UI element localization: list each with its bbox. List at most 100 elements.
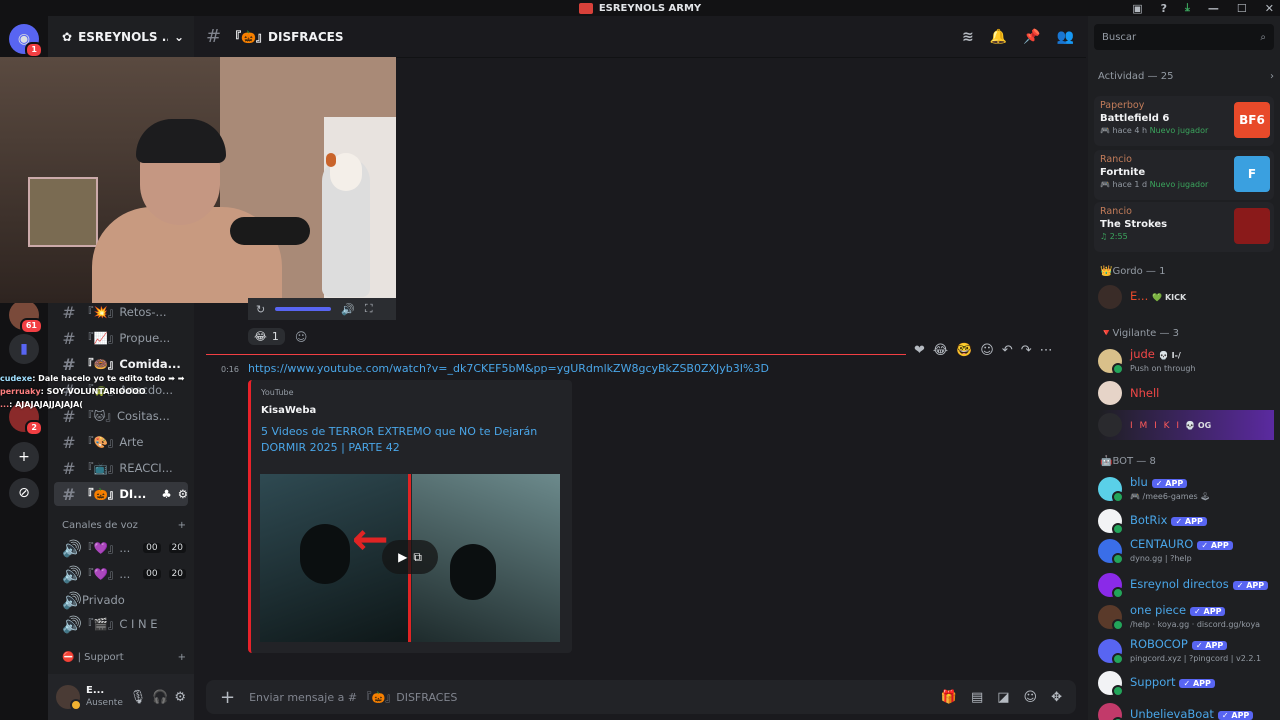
channel-item[interactable]: # 『📈』Propue... <box>54 326 188 350</box>
activity-card[interactable]: Paperboy Battlefield 6 🎮 hace 4 h Nuevo … <box>1094 96 1274 146</box>
gif-icon[interactable]: ▤ <box>971 690 983 705</box>
attach-icon[interactable]: + <box>220 687 235 708</box>
member-name: ROBOCOP <box>1130 636 1188 651</box>
member-item[interactable]: ROBOCOP ✓ APP pingcord.xyz | ?pingcord | v… <box>1098 636 1274 666</box>
member-item[interactable]: CENTAURO ✓ APP dyno.gg | ?help <box>1098 536 1274 566</box>
add-reaction-icon[interactable]: ☺ <box>980 343 994 358</box>
message-input[interactable] <box>249 690 927 704</box>
voice-channel[interactable]: 🔊 『🎬』C I N E <box>54 612 188 636</box>
settings-icon[interactable]: ⚙ <box>174 690 186 705</box>
explore-servers-button[interactable]: ⊘ <box>9 478 39 508</box>
guild-header[interactable]: ✿ ESREYNOLS ... ⌄ <box>48 16 194 58</box>
voice-channel[interactable]: 🔊 Privado <box>54 588 188 612</box>
youtube-link[interactable]: https://www.youtube.com/watch?v=_dk7CKEF… <box>248 362 769 375</box>
inbox-icon[interactable]: ▣ <box>1132 2 1142 15</box>
channel-item[interactable]: # 『🎨』Arte <box>54 430 188 454</box>
shield-icon: 🔻 <box>1100 328 1113 339</box>
reply-icon[interactable]: ↶ <box>1002 343 1013 358</box>
member-item[interactable]: Support ✓ APP <box>1098 668 1274 698</box>
app-tag: ✓ APP <box>1217 711 1254 720</box>
add-channel-icon[interactable]: + <box>178 652 186 663</box>
overlay-chat-user: ... <box>0 400 10 409</box>
minimize-icon[interactable]: — <box>1208 2 1219 15</box>
channel-item[interactable]: # 『📺』REACCI... <box>54 456 188 480</box>
user-info[interactable]: E... Ausente <box>86 685 124 709</box>
help-icon[interactable]: ? <box>1161 2 1167 15</box>
nerd-reaction-icon[interactable]: 🤓 <box>956 343 972 358</box>
headphones-icon[interactable]: 🎧 <box>152 690 168 705</box>
gift-icon[interactable]: 🎁 <box>941 690 957 705</box>
member-tag: 💀 I-/ <box>1158 350 1181 360</box>
emoji-icon[interactable]: ☺ <box>1024 690 1038 705</box>
replay-icon[interactable]: ↻ <box>256 303 265 316</box>
reaction-pill[interactable]: 😂 1 <box>248 328 285 345</box>
app-tag: ✓ APP <box>1151 478 1188 488</box>
add-member-icon[interactable]: ♣ <box>161 487 171 501</box>
embed-author[interactable]: KisaWeba <box>261 405 562 416</box>
member-name: UnbelievaBoat <box>1130 707 1214 720</box>
forward-icon[interactable]: ↷ <box>1021 343 1032 358</box>
external-link-icon: ⧉ <box>413 549 422 564</box>
apps-icon[interactable]: ✥ <box>1051 690 1062 705</box>
microphone-icon[interactable]: 🎙 <box>130 690 147 705</box>
activity-badge: Nuevo jugador <box>1149 180 1209 189</box>
close-icon[interactable]: ✕ <box>1265 2 1274 15</box>
fullscreen-icon[interactable]: ⛶ <box>365 302 373 316</box>
add-channel-icon[interactable]: + <box>178 520 186 531</box>
server-icon[interactable]: 61 <box>9 300 43 334</box>
speaker-icon: 🔊 <box>62 564 82 584</box>
gear-icon[interactable]: ⚙ <box>178 487 188 501</box>
support-category[interactable]: ⛔ | Support + <box>62 652 186 663</box>
add-reaction-icon[interactable]: ☺ <box>295 330 308 344</box>
video-thumbnail[interactable]: ← ▶ ⧉ <box>260 474 560 642</box>
embed-provider[interactable]: YouTube <box>261 388 562 397</box>
channel-item[interactable]: # 『💥』Retos-... <box>54 300 188 324</box>
search-input[interactable] <box>1102 31 1261 43</box>
voice-limit: 20 <box>168 569 186 579</box>
channel-name: 『🍩』Comida... <box>82 357 181 371</box>
app-tag: ✓ APP <box>1191 640 1228 650</box>
reaction-count: 1 <box>271 330 279 343</box>
member-item[interactable]: E... 💚 KICK <box>1098 282 1274 312</box>
member-name-row: CENTAURO ✓ APP <box>1130 537 1233 552</box>
voice-channel[interactable]: 🔊 『💜』... 00 20 <box>54 536 188 560</box>
channel-title: 『🎃』DISFRACES <box>229 30 344 44</box>
add-server-button[interactable]: + <box>9 442 39 472</box>
member-item[interactable]: jude 💀 I-/Push on through <box>1098 346 1274 376</box>
member-item[interactable]: I M I K I 💀 OG <box>1098 410 1274 440</box>
download-icon[interactable]: ⤓ <box>1185 1 1190 15</box>
embed-title[interactable]: 5 Videos de TERROR EXTREMO que NO te Dej… <box>261 424 551 456</box>
voice-channel[interactable]: 🔊 『💜』... 00 20 <box>54 562 188 586</box>
members-icon[interactable]: 👥 <box>1057 29 1074 45</box>
chevron-right-icon[interactable]: › <box>1270 71 1274 82</box>
member-item[interactable]: one piece ✓ APP/help · koya.gg · discord.… <box>1098 602 1274 632</box>
folder-icon[interactable]: ▮ <box>9 334 39 364</box>
channel-item-active[interactable]: # 『🎃』DI... ♣ ⚙ <box>54 482 188 506</box>
maximize-icon[interactable]: ☐ <box>1237 2 1247 15</box>
member-name-row: blu ✓ APP <box>1130 475 1210 490</box>
member-item[interactable]: Nhell <box>1098 378 1274 408</box>
pin-icon[interactable]: 📌 <box>1023 29 1040 45</box>
member-item[interactable]: UnbelievaBoat ✓ APP <box>1098 700 1274 720</box>
app-tag: ✓ APP <box>1171 517 1207 526</box>
avatar[interactable] <box>56 685 82 711</box>
threads-icon[interactable]: ≋ <box>962 29 974 45</box>
activity-header[interactable]: Actividad — 25 › <box>1098 71 1274 82</box>
sticker-icon[interactable]: ◪ <box>997 690 1009 705</box>
member-item[interactable]: Esreynol directos ✓ APP <box>1098 570 1274 600</box>
volume-icon[interactable]: 🔊 <box>341 303 355 316</box>
overlay-chat-user: cudexe <box>0 374 33 383</box>
activity-card[interactable]: Rancio Fortnite 🎮 hace 1 d Nuevo jugador… <box>1094 150 1274 200</box>
member-item[interactable]: BotRix ✓ APP <box>1098 506 1274 536</box>
laugh-reaction-icon[interactable]: 😂 <box>933 343 948 358</box>
bell-icon[interactable]: 🔔 <box>990 29 1007 45</box>
volume-slider[interactable] <box>275 307 332 311</box>
heart-reaction-icon[interactable]: ❤ <box>914 343 925 358</box>
play-button[interactable]: ▶ ⧉ <box>382 540 438 574</box>
voice-category[interactable]: Canales de voz + <box>62 520 186 531</box>
member-item[interactable]: blu ✓ APP 🎮 /mee6-games 🕹 <box>1098 474 1274 504</box>
home-button[interactable]: ◉ 1 <box>9 24 43 58</box>
more-icon[interactable]: ⋯ <box>1040 343 1053 358</box>
search-icon[interactable]: ⌕ <box>1260 32 1266 43</box>
activity-card[interactable]: Rancio The Strokes ♫ 2:55 <box>1094 202 1274 252</box>
